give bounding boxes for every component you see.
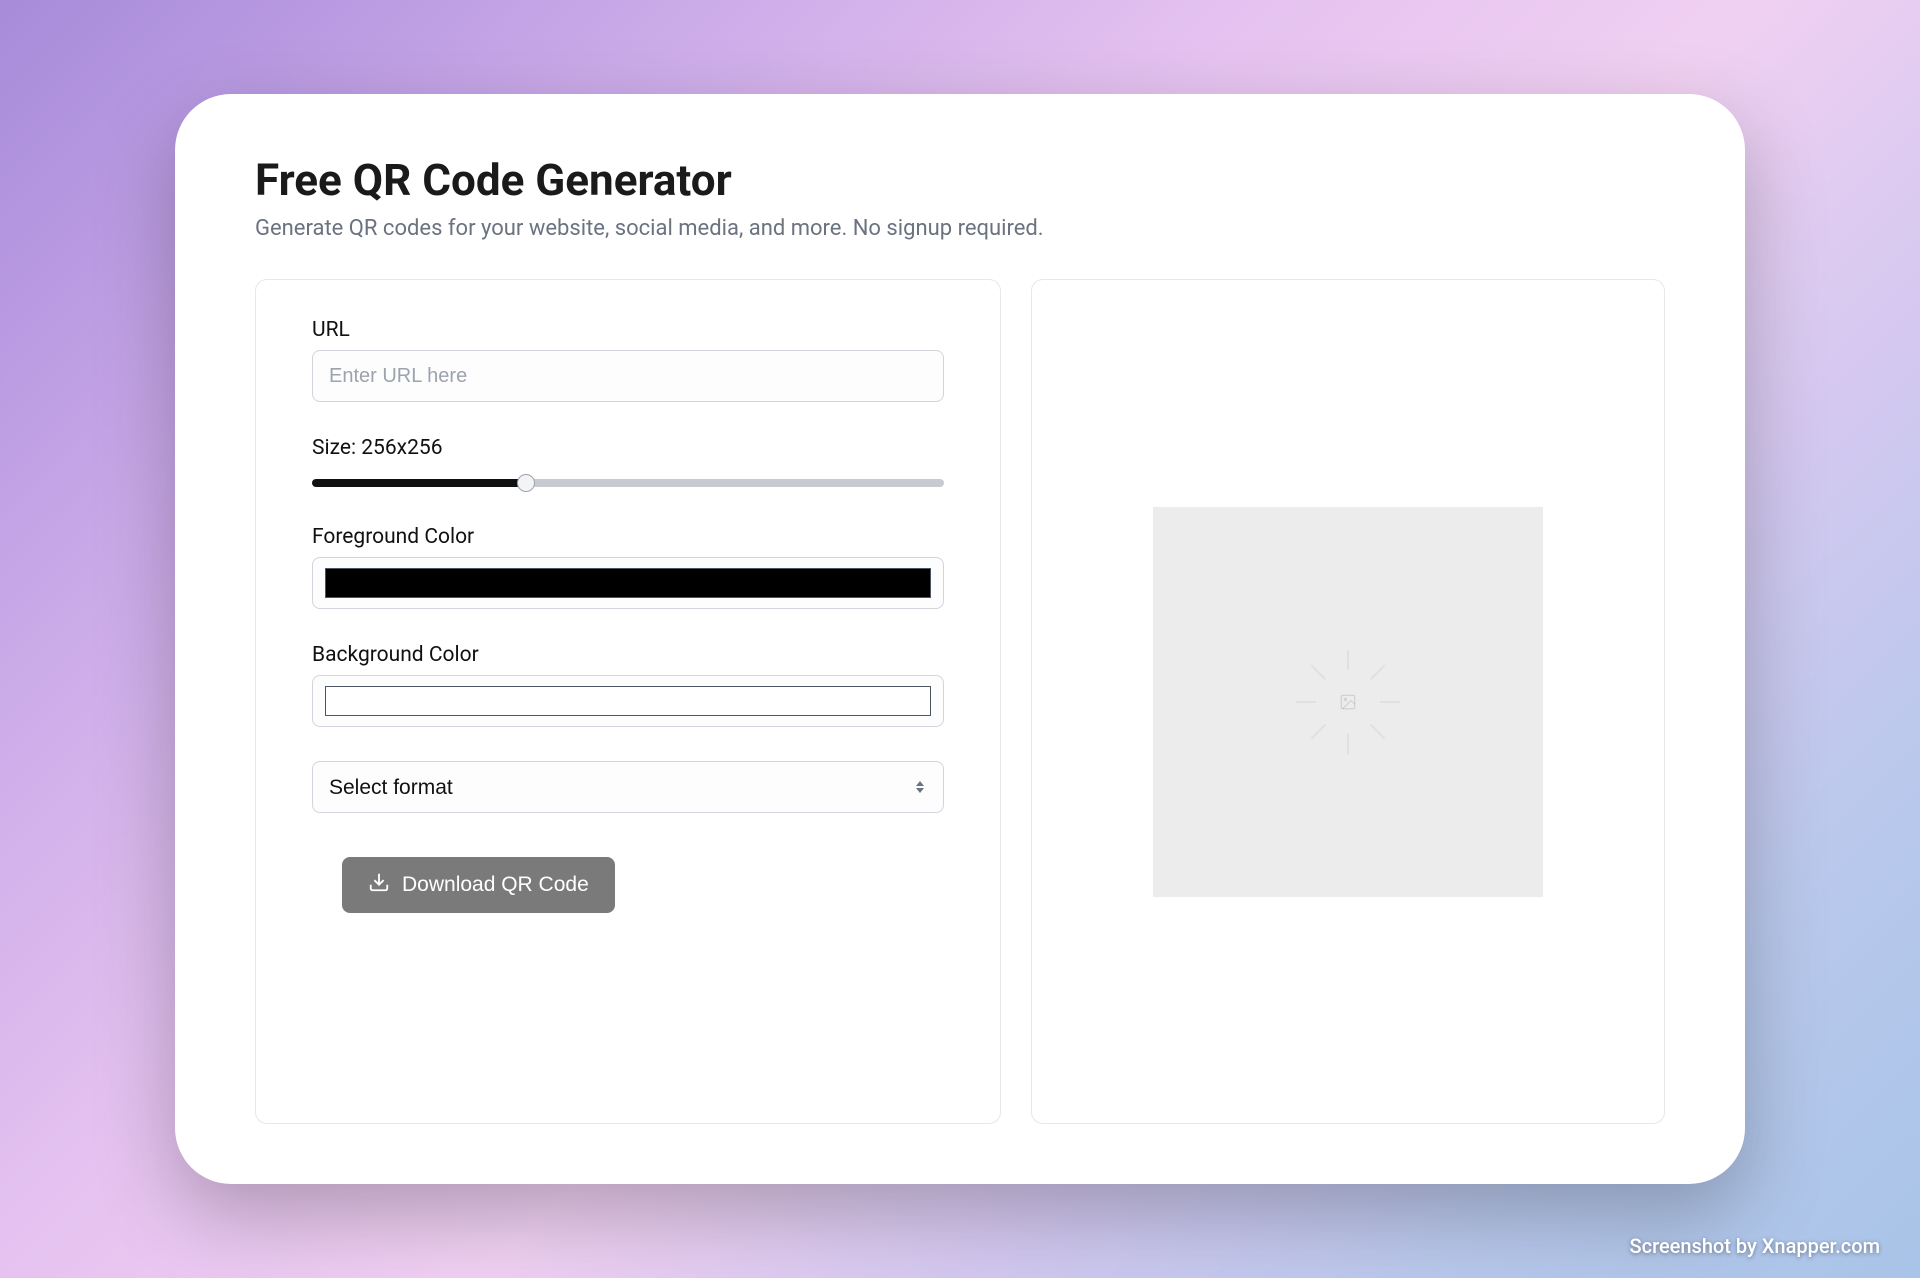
- background-color-input[interactable]: [312, 675, 944, 727]
- url-input[interactable]: [312, 350, 944, 402]
- size-label: Size: 256x256: [312, 436, 944, 460]
- page-subtitle: Generate QR codes for your website, soci…: [255, 216, 1665, 241]
- form-panel: URL Size: 256x256 Foreground Color Backg…: [255, 279, 1001, 1124]
- page-title: Free QR Code Generator: [255, 154, 1665, 206]
- format-field: Select format: [312, 761, 944, 813]
- foreground-field: Foreground Color: [312, 525, 944, 609]
- preview-panel: [1031, 279, 1665, 1124]
- background-swatch[interactable]: [325, 686, 931, 716]
- app-card: Free QR Code Generator Generate QR codes…: [175, 94, 1745, 1184]
- foreground-label: Foreground Color: [312, 525, 944, 549]
- download-icon: [368, 871, 390, 899]
- download-button-label: Download QR Code: [402, 873, 589, 897]
- header: Free QR Code Generator Generate QR codes…: [255, 154, 1665, 241]
- qr-preview-placeholder: [1153, 507, 1543, 897]
- download-button[interactable]: Download QR Code: [342, 857, 615, 913]
- format-select[interactable]: Select format: [312, 761, 944, 813]
- foreground-color-input[interactable]: [312, 557, 944, 609]
- foreground-swatch[interactable]: [325, 568, 931, 598]
- background-label: Background Color: [312, 643, 944, 667]
- size-field: Size: 256x256: [312, 436, 944, 491]
- watermark: Screenshot by Xnapper.com: [1630, 1234, 1880, 1258]
- image-icon: [1339, 693, 1357, 711]
- background-field: Background Color: [312, 643, 944, 727]
- columns: URL Size: 256x256 Foreground Color Backg…: [255, 279, 1665, 1124]
- url-label: URL: [312, 318, 944, 342]
- url-field: URL: [312, 318, 944, 402]
- size-slider[interactable]: [312, 479, 944, 487]
